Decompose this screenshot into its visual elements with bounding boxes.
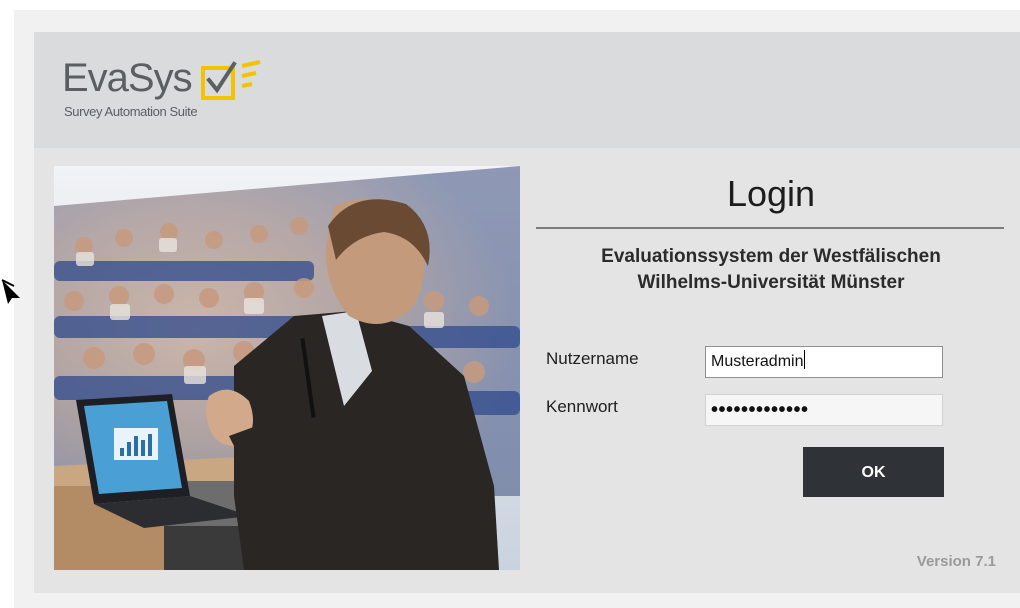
institution-line-2: Wilhelms-Universität Münster xyxy=(637,272,905,293)
username-label: Nutzername xyxy=(546,349,639,368)
institution-line-1: Evaluationssystem der Westfälischen xyxy=(601,246,941,267)
version-label: Version 7.1 xyxy=(916,553,996,570)
lecture-hall-photo xyxy=(54,166,520,570)
checkbox-logo-icon xyxy=(201,60,261,100)
logo-wordmark: EvaSys xyxy=(62,56,193,100)
username-value: Musteradmin xyxy=(711,353,804,370)
logo-tagline: Survey Automation Suite xyxy=(64,104,198,119)
password-input[interactable]: ••••••••••••• xyxy=(705,394,943,426)
text-caret xyxy=(804,350,806,369)
ok-button[interactable]: OK xyxy=(803,447,944,497)
login-title: Login xyxy=(726,173,816,214)
institution-name: Evaluationssystem der Westfälischen Wilh… xyxy=(556,244,986,296)
title-divider xyxy=(536,227,1004,229)
password-label: Kennwort xyxy=(546,397,618,416)
username-input[interactable]: Musteradmin xyxy=(705,346,943,378)
mouse-pointer-icon xyxy=(1,279,20,304)
evasys-logo: EvaSys Survey Automation Suite xyxy=(62,56,302,126)
password-mask: ••••••••••••• xyxy=(711,399,809,421)
